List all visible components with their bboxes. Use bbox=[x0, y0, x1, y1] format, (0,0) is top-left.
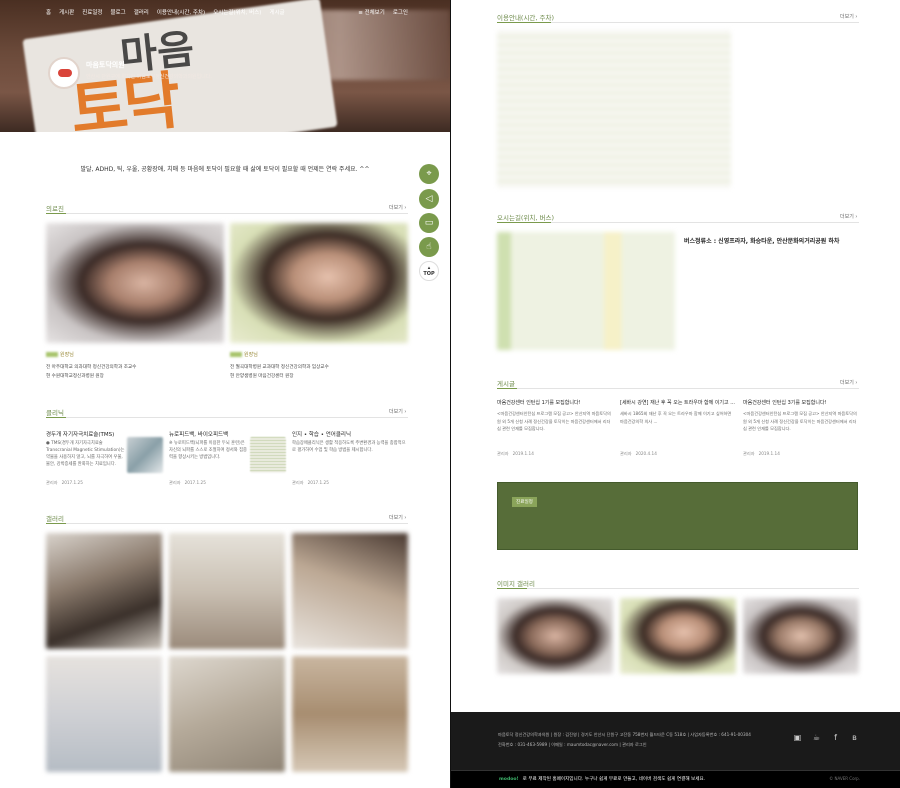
top-button[interactable]: ▴ TOP bbox=[419, 261, 439, 281]
location-title: 오시는길(위치, 버스) bbox=[497, 214, 555, 222]
cafe-icon[interactable]: ☕ bbox=[811, 732, 822, 743]
modoo-bar: modoo! 로 무료 제작된 홈페이지입니다. 누구나 쉽게 무료로 만들고, … bbox=[451, 770, 900, 788]
footer: 마음토닥 정신건강의학과의원 | 원장 : 김진영 | 경기도 안산시 단원구 … bbox=[451, 712, 900, 770]
doctor-career: 현 안양샘병원 마음건강센터 원장 bbox=[230, 374, 294, 379]
doctor-career: 전 월곡대학병원 교과대학 정신건강의학과 임상교수 bbox=[230, 365, 329, 370]
megaphone-icon[interactable]: ◁ bbox=[419, 189, 439, 209]
site-name: 마음토닥의원 bbox=[86, 61, 125, 69]
schedule-badge: 진료일정 bbox=[512, 497, 537, 507]
location-more-link[interactable]: 더보기 › bbox=[840, 213, 857, 220]
doctor-name: 원장님 bbox=[230, 351, 258, 358]
schedule-box[interactable]: 진료일정 bbox=[497, 482, 858, 550]
map-image[interactable] bbox=[497, 232, 675, 350]
gallery-photo[interactable] bbox=[292, 533, 408, 649]
modoo-logo[interactable]: modoo! bbox=[499, 777, 519, 782]
facebook-icon[interactable]: f bbox=[830, 732, 841, 743]
hand-icon[interactable]: ☝ bbox=[419, 237, 439, 257]
doctor-career: 현 수원대학교정신과병원 원장 bbox=[46, 374, 104, 379]
doctor-career: 전 아주대학교 의과대학 정신건강의학과 조교수 bbox=[46, 365, 137, 370]
hero-banner: 마음 토닥 홈 게시판 진료일정 블로그 갤러리 이용안내(시간, 주차) 오시… bbox=[0, 0, 450, 132]
doctor-photo[interactable] bbox=[230, 223, 408, 343]
bus-info: 버스정류소 : 신영프라자, 화승타운, 안산문화의거리공원 하차 bbox=[684, 238, 840, 245]
nav-item-location[interactable]: 오시는길(위치, 버스) bbox=[213, 8, 261, 16]
nav-item-board[interactable]: 게시판 bbox=[59, 8, 74, 16]
gallery-title: 갤러리 bbox=[46, 515, 64, 523]
copyright: © NAVER Corp. bbox=[829, 776, 860, 781]
nav-item-gallery[interactable]: 갤러리 bbox=[134, 8, 149, 16]
gallery-photo[interactable] bbox=[46, 656, 162, 772]
site-logo[interactable] bbox=[48, 57, 80, 89]
blog-icon[interactable]: ▣ bbox=[792, 732, 803, 743]
gallery-photo[interactable] bbox=[46, 533, 162, 649]
nav-item-posts[interactable]: 게시글 bbox=[269, 8, 284, 16]
location-icon[interactable]: ⌖ bbox=[419, 164, 439, 184]
doctors-title: 의료진 bbox=[46, 205, 64, 213]
board-more-link[interactable]: 더보기 › bbox=[840, 379, 857, 386]
band-icon[interactable]: ʙ bbox=[849, 732, 860, 743]
gallery-more-link[interactable]: 더보기 › bbox=[389, 514, 406, 521]
right-page: 이용안내(시간, 주차) 더보기 › 오시는길(위치, 버스) 더보기 › 버스… bbox=[451, 0, 900, 788]
nav-item-hours[interactable]: 이용안내(시간, 주차) bbox=[157, 8, 205, 16]
nav-item-schedule[interactable]: 진료일정 bbox=[82, 8, 102, 16]
intro-text: 발달, ADHD, 틱, 우울, 공황장애, 치매 등 마음에 토닥이 필요할 … bbox=[80, 166, 370, 173]
left-page: 마음 토닥 홈 게시판 진료일정 블로그 갤러리 이용안내(시간, 주차) 오시… bbox=[0, 0, 450, 788]
image-gallery-photo[interactable] bbox=[743, 598, 859, 674]
nav-item-home[interactable]: 홈 bbox=[46, 8, 51, 16]
footer-contact: 전화번호 : 031-463-5989 | 이메일 : maumtodac@na… bbox=[498, 742, 647, 747]
login-link[interactable]: 로그인 bbox=[393, 8, 408, 16]
hours-title: 이용안내(시간, 주차) bbox=[497, 14, 555, 22]
doctors-more-link[interactable]: 더보기 › bbox=[389, 204, 406, 211]
chat-icon[interactable]: ▭ bbox=[419, 213, 439, 233]
view-all-link[interactable]: ≡ 전체보기 bbox=[358, 8, 385, 16]
footer-info: 마음토닥 정신건강의학과의원 | 원장 : 김진영 | 경기도 안산시 단원구 … bbox=[498, 732, 751, 737]
image-gallery-photo[interactable] bbox=[497, 598, 613, 674]
board-title: 게시글 bbox=[497, 380, 515, 388]
gallery-photo[interactable] bbox=[169, 656, 285, 772]
gallery-photo[interactable] bbox=[169, 533, 285, 649]
clinic-title: 클리닉 bbox=[46, 409, 64, 417]
gallery-photo[interactable] bbox=[292, 656, 408, 772]
site-subtitle: 안산시 단원구에 위치한 마음토닥정신건강의학과의원입니다. bbox=[86, 74, 212, 80]
image-gallery-title: 이미지 갤러리 bbox=[497, 580, 535, 588]
doctor-name: 원장님 bbox=[46, 351, 74, 358]
doctor-photo[interactable] bbox=[46, 223, 224, 343]
nav-item-blog[interactable]: 블로그 bbox=[111, 8, 126, 16]
image-gallery-photo[interactable] bbox=[620, 598, 736, 674]
hours-image[interactable] bbox=[497, 30, 731, 188]
hours-more-link[interactable]: 더보기 › bbox=[840, 13, 857, 20]
clinic-more-link[interactable]: 더보기 › bbox=[389, 408, 406, 415]
